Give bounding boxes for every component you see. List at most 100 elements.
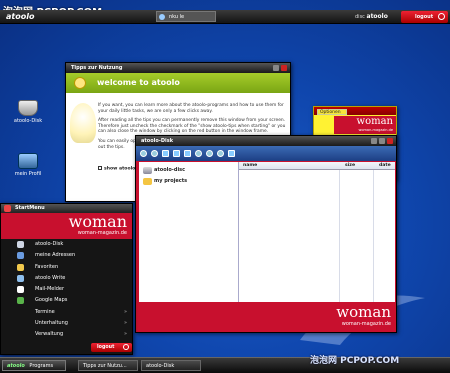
- file-list: name size date: [239, 162, 395, 302]
- forward-icon[interactable]: [151, 150, 158, 157]
- globe-icon[interactable]: [195, 150, 202, 157]
- top-bar: atoolo nku le disc atoolo logout: [0, 10, 450, 24]
- power-icon: [123, 344, 129, 350]
- start-menu-icon: [4, 205, 11, 212]
- user-icon: [159, 14, 165, 20]
- folder-icon[interactable]: [173, 150, 180, 157]
- disk-window-title: atoolo-Disk: [141, 138, 174, 144]
- woman-logo: woman woman-magazin.de: [334, 116, 396, 134]
- menu-item-label: meine Adressen: [35, 252, 76, 259]
- map-icon: [17, 297, 24, 305]
- menu-item-atoolo-disk[interactable]: atoolo-Disk: [1, 239, 132, 250]
- copy-icon[interactable]: [184, 150, 191, 157]
- submenu-arrow-icon: »: [123, 331, 127, 338]
- tips-paragraph: After reading all the tips you can perma…: [98, 118, 286, 135]
- menu-item-label: Google Maps: [35, 297, 68, 304]
- start-menu-items: atoolo-Disk meine Adressen Favoriten ato…: [1, 239, 132, 341]
- close-icon[interactable]: [281, 65, 287, 71]
- address-book-icon: [17, 252, 24, 260]
- tree-item-label: atoolo-disc: [154, 167, 186, 173]
- upload-icon[interactable]: [206, 150, 213, 157]
- document-icon: [17, 274, 24, 282]
- menu-item-label: atoolo-Disk: [35, 241, 64, 247]
- desktop-icon-label: mein Profil: [14, 171, 42, 177]
- folder-icon: [143, 178, 152, 185]
- disk-prefix: disc: [355, 14, 365, 20]
- new-folder-icon[interactable]: [162, 150, 169, 157]
- menu-item-google-maps[interactable]: Google Maps: [1, 295, 132, 306]
- menu-item-favoriten[interactable]: Favoriten: [1, 262, 132, 273]
- start-menu: StartMenu woman woman-magazin.de atoolo-…: [0, 203, 133, 355]
- disk-brand: atoolo: [366, 13, 388, 20]
- minimize-icon[interactable]: [371, 138, 377, 144]
- tree-item[interactable]: atoolo-disc: [143, 166, 234, 177]
- atoolo-logo: atoolo: [6, 12, 35, 21]
- file-list-header: name size date: [239, 162, 395, 170]
- column-header-name[interactable]: name: [243, 163, 257, 168]
- taskbar-item-disk[interactable]: atoolo-Disk: [141, 360, 201, 371]
- tree-item-label: my projects: [154, 178, 188, 184]
- logout-label: logout: [415, 14, 434, 20]
- column-header-date[interactable]: date: [379, 163, 391, 168]
- woman-logo: woman woman-magazin.de: [1, 213, 132, 239]
- menu-item-verwaltung[interactable]: Verwaltung »: [1, 329, 132, 340]
- tips-window-title: Tipps zur Nutzung: [71, 65, 123, 71]
- woman-brand-sub: woman-magazin.de: [77, 230, 127, 236]
- taskbar-item-tips[interactable]: Tipps zur Nutzu...: [78, 360, 138, 371]
- disk-window-titlebar[interactable]: atoolo-Disk: [136, 136, 396, 146]
- disk-content: atoolo-disc my projects name size date: [139, 162, 395, 302]
- column-divider: [339, 170, 340, 302]
- user-name: nku le: [169, 14, 185, 20]
- maximize-icon[interactable]: [379, 138, 385, 144]
- programs-label: Programs: [29, 363, 54, 369]
- tips-window-titlebar[interactable]: Tipps zur Nutzung: [66, 63, 290, 73]
- profile-icon: [18, 153, 38, 169]
- column-divider: [373, 170, 374, 302]
- woman-brand-sub: woman-magazin.de: [358, 128, 393, 132]
- disk-icon: [17, 241, 24, 248]
- user-button[interactable]: nku le: [156, 11, 216, 22]
- download-icon[interactable]: [217, 150, 224, 157]
- checkbox-icon[interactable]: [98, 166, 102, 170]
- star-icon: [17, 263, 24, 271]
- folder-tree: atoolo-disc my projects: [139, 162, 239, 302]
- programs-button[interactable]: atoolo Programs: [2, 360, 66, 371]
- disk-indicator[interactable]: disc atoolo: [355, 13, 388, 20]
- woman-brand: woman: [68, 212, 127, 231]
- lightbulb-illustration: [70, 103, 96, 143]
- tips-banner: welcome to atoolo: [66, 73, 290, 93]
- disk-icon: [143, 167, 152, 174]
- menu-item-adressen[interactable]: meine Adressen: [1, 250, 132, 261]
- minimize-icon[interactable]: [273, 65, 279, 71]
- grid-view-icon[interactable]: [228, 150, 235, 157]
- taskbar-logo: atoolo: [7, 363, 25, 369]
- menu-item-label: Termine: [35, 308, 55, 315]
- menu-item-unterhaltung[interactable]: Unterhaltung »: [1, 318, 132, 329]
- menu-item-write[interactable]: atoolo Write: [1, 273, 132, 284]
- tips-paragraph: If you want, you can learn more about th…: [98, 103, 284, 114]
- logout-button-menu[interactable]: logout: [91, 343, 132, 352]
- power-icon: [438, 13, 445, 20]
- options-dropdown[interactable]: Optionen: [317, 109, 347, 115]
- desktop: 泡泡网 PCPOP.COM atoolo nku le disc atoolo …: [0, 0, 450, 373]
- column-header-size[interactable]: size: [345, 163, 355, 168]
- disk-toolbar: [136, 146, 396, 161]
- logout-button-top[interactable]: logout: [401, 11, 448, 23]
- submenu-arrow-icon: »: [123, 320, 127, 327]
- woman-brand: woman: [356, 116, 393, 127]
- start-menu-title: StartMenu: [15, 205, 45, 211]
- menu-item-label: Unterhaltung: [35, 320, 68, 327]
- menu-item-label: atoolo Write: [35, 274, 66, 281]
- back-icon[interactable]: [140, 150, 147, 157]
- logout-label: logout: [97, 345, 115, 350]
- menu-item-mail-melder[interactable]: Mail-Melder: [1, 284, 132, 295]
- woman-logo: woman woman-magazin.de: [316, 304, 395, 332]
- tree-item[interactable]: my projects: [143, 177, 234, 188]
- menu-item-termine[interactable]: Termine »: [1, 307, 132, 318]
- tips-banner-text: welcome to atoolo: [97, 78, 180, 87]
- desktop-icon-disk[interactable]: atoolo-Disk: [10, 100, 46, 124]
- close-icon[interactable]: [387, 138, 393, 144]
- menu-item-label: Mail-Melder: [35, 286, 65, 293]
- menu-item-label: Favoriten: [35, 263, 59, 270]
- desktop-icon-profile[interactable]: mein Profil: [10, 153, 46, 177]
